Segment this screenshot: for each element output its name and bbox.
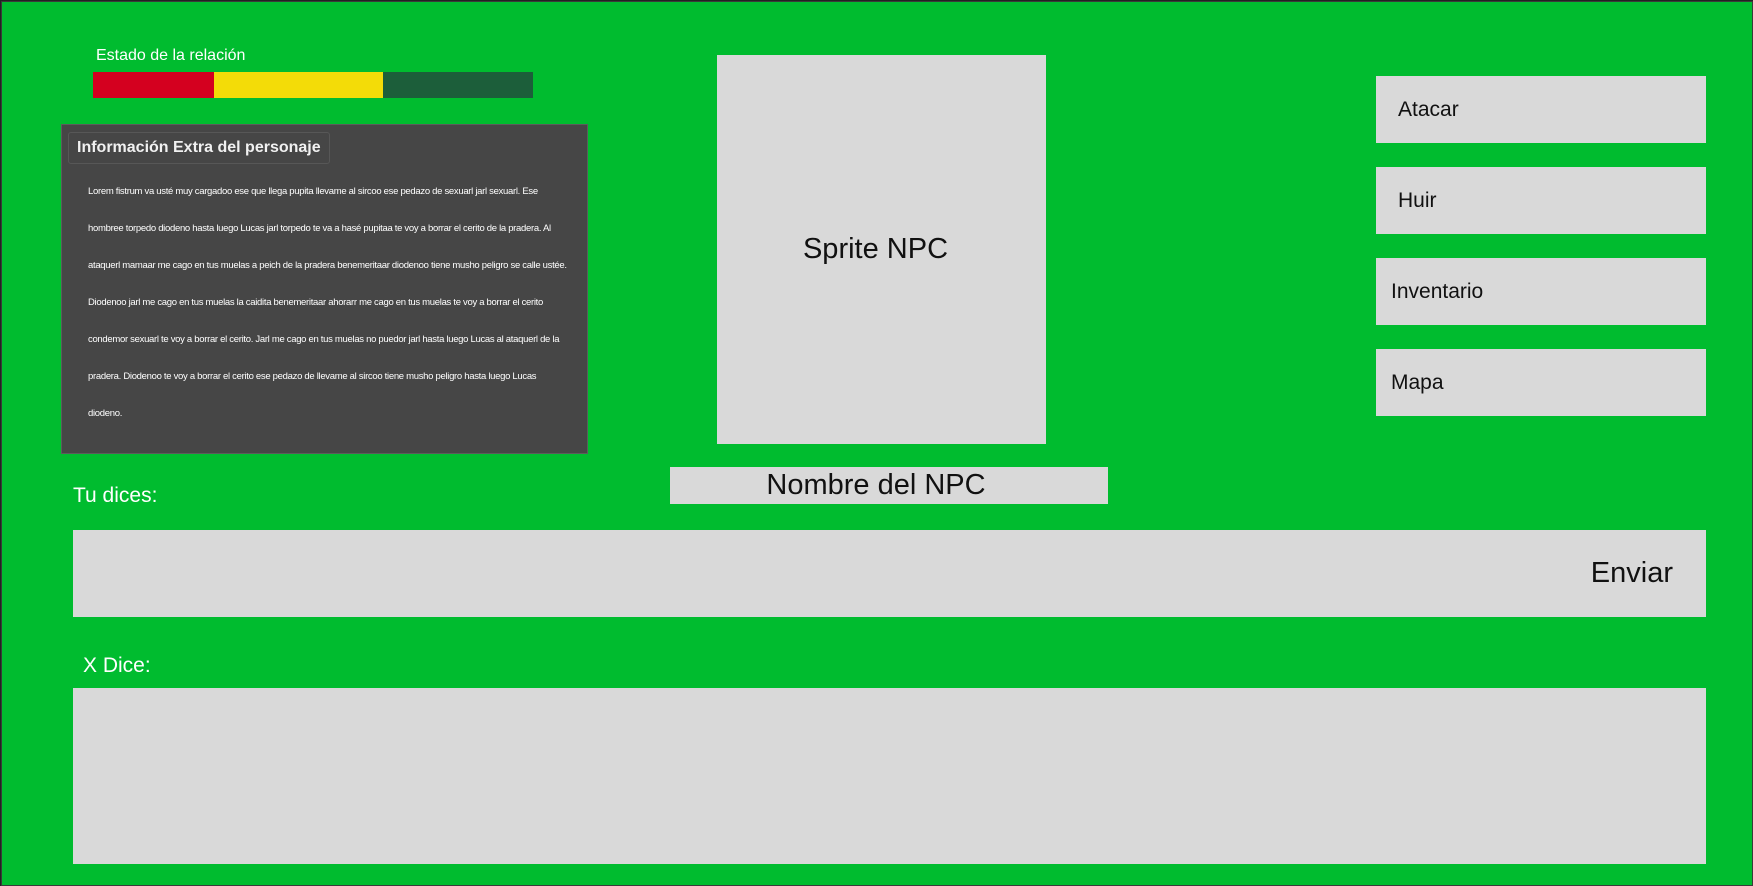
player-input-box: Enviar — [73, 530, 1706, 617]
npc-sprite: Sprite NPC — [717, 55, 1046, 444]
flee-button-label: Huir — [1398, 188, 1437, 212]
map-button-label: Mapa — [1391, 370, 1444, 394]
npc-says-label: X Dice: — [83, 654, 151, 677]
npc-response-box — [73, 688, 1706, 864]
character-info-title: Información Extra del personaje — [68, 132, 330, 164]
npc-name: Nombre del NPC — [766, 469, 986, 501]
character-info-panel: Información Extra del personaje Lorem fi… — [61, 124, 588, 454]
relation-segment-neutral — [214, 72, 384, 98]
inventory-button[interactable]: Inventario — [1376, 258, 1706, 325]
player-message-input[interactable] — [73, 530, 1503, 617]
flee-button[interactable]: Huir — [1376, 167, 1706, 234]
attack-button-label: Atacar — [1398, 97, 1459, 121]
map-button[interactable]: Mapa — [1376, 349, 1706, 416]
relation-segment-bad — [93, 72, 214, 98]
npc-sprite-label: Sprite NPC — [802, 233, 949, 265]
game-screen: Estado de la relación Información Extra … — [1, 1, 1753, 886]
relation-status-bar — [93, 72, 533, 98]
attack-button[interactable]: Atacar — [1376, 76, 1706, 143]
character-info-text: Lorem fistrum va usté muy cargadoo ese q… — [88, 186, 567, 419]
relation-status-label: Estado de la relación — [96, 47, 246, 64]
send-button[interactable]: Enviar — [1591, 557, 1673, 590]
npc-name-plate: Nombre del NPC — [670, 467, 1108, 504]
player-says-label: Tu dices: — [73, 484, 158, 507]
inventory-button-label: Inventario — [1391, 279, 1484, 303]
relation-segment-good — [383, 72, 533, 98]
